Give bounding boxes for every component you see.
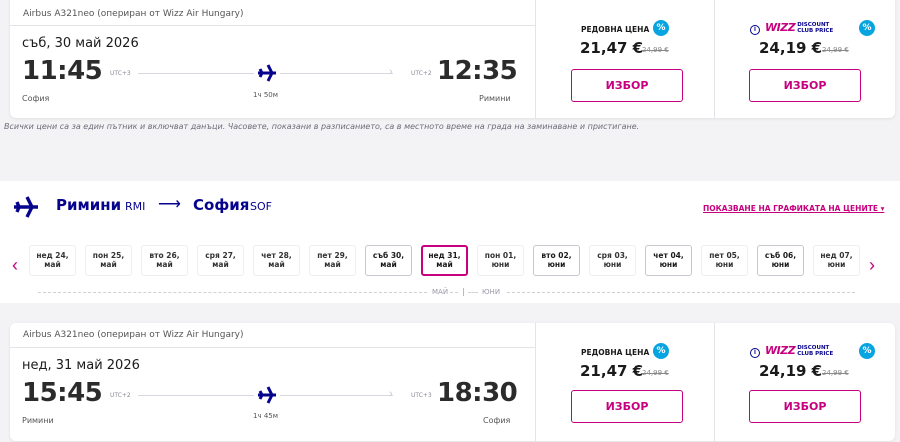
flight-card-2: Airbus A321neo (опериран от Wizz Air Hun… [10, 323, 895, 441]
fare-title: РЕДОВНА ЦЕНА [581, 25, 650, 34]
discount-club-logo: WIZZ DISCOUNT CLUB PRICE [765, 21, 834, 34]
month-divider [507, 292, 855, 293]
arrival-utc: UTC+2 [411, 70, 432, 77]
day-option: пет 29, май [309, 245, 356, 276]
price-chart-link[interactable]: ПОКАЗВАНЕ НА ГРАФИКАТА НА ЦЕНИТЕ ▾ [703, 204, 884, 213]
day-option: пон 01, юни [477, 245, 524, 276]
month-label-may: МАЙ [432, 288, 449, 296]
departure-utc: UTC+2 [110, 392, 131, 399]
departure-city: София [22, 94, 50, 103]
fare-title: РЕДОВНА ЦЕНА [581, 348, 650, 357]
date-selector: ‹ нед 24, май пон 25, май вто 26, май сря 27, м… [0, 237, 900, 303]
plane-icon [258, 64, 276, 82]
arrival-time: 18:30 [437, 378, 518, 408]
fare-price: 24,19 € [759, 362, 823, 380]
flight-duration: 1ч 50м [253, 91, 279, 99]
day-option: сря 27, май [197, 245, 244, 276]
discount-club-logo: WIZZ DISCOUNT CLUB PRICE [765, 344, 834, 357]
price-note: Всички цени са за един пътник и включват… [4, 122, 640, 131]
fare-old-price: 24,99 € [642, 46, 669, 54]
origin-code: RMI [125, 200, 146, 213]
route-arrow-icon: ⟶ [158, 196, 181, 213]
select-button[interactable]: ИЗБОР [749, 390, 861, 423]
select-button[interactable]: ИЗБОР [571, 390, 683, 423]
divider [10, 25, 535, 26]
chevron-right-icon[interactable]: › [869, 255, 875, 276]
arrival-city: Римини [479, 94, 511, 103]
day-option: нед 07, юни [813, 245, 860, 276]
day-option: сря 03, юни [589, 245, 636, 276]
flight-card-1: Airbus A321neo (опериран от Wizz Air Hun… [10, 0, 895, 118]
aircraft-label: Airbus A321neo (опериран от Wizz Air Hun… [23, 9, 244, 19]
month-divider [468, 292, 478, 293]
fare-price: 21,47 € [580, 39, 644, 57]
route-destination: София [193, 196, 250, 214]
select-button[interactable]: ИЗБОР [749, 69, 861, 102]
flight-info: Airbus A321neo (опериран от Wizz Air Hun… [10, 0, 535, 118]
fare-price: 24,19 € [759, 39, 823, 57]
route-line-left [138, 395, 254, 396]
departure-city: Римини [22, 416, 54, 425]
month-divider [38, 292, 427, 293]
month-label-june: ЮНИ [482, 288, 501, 296]
percent-icon: % [859, 20, 875, 36]
arrival-city: София [483, 416, 511, 425]
regular-fare: РЕДОВНА ЦЕНА % 21,47 € 24,99 € ИЗБОР [535, 323, 713, 441]
percent-icon: % [653, 20, 669, 36]
departure-time: 15:45 [22, 378, 103, 408]
route-header: Римини RMI ⟶ София SOF ПОКАЗВАНЕ НА ГРАФ… [0, 181, 900, 237]
flight-date: съб, 30 май 2026 [22, 36, 139, 51]
flight-info: Airbus A321neo (опериран от Wizz Air Hun… [10, 323, 535, 441]
percent-icon: % [653, 343, 669, 359]
plane-icon [14, 196, 38, 218]
info-icon[interactable]: i [750, 348, 760, 358]
departure-time: 11:45 [22, 56, 103, 86]
info-icon[interactable]: i [750, 25, 760, 35]
day-option[interactable]: вто 02, юни [533, 245, 580, 276]
route-line-left [138, 73, 254, 74]
destination-code: SOF [250, 200, 272, 213]
aircraft-label: Airbus A321neo (опериран от Wizz Air Hun… [23, 330, 244, 340]
flight-duration: 1ч 45м [253, 412, 279, 420]
arrow-head-icon: › [389, 66, 393, 78]
day-option: пет 05, юни [701, 245, 748, 276]
regular-fare: РЕДОВНА ЦЕНА % 21,47 € 24,99 € ИЗБОР [535, 0, 713, 118]
arrival-utc: UTC+3 [411, 392, 432, 399]
fare-price: 21,47 € [580, 362, 644, 380]
select-button[interactable]: ИЗБОР [571, 69, 683, 102]
flight-date: нед, 31 май 2026 [22, 358, 140, 373]
day-option: нед 24, май [29, 245, 76, 276]
day-option: чет 28, май [253, 245, 300, 276]
month-divider [450, 292, 458, 293]
fare-old-price: 24,99 € [642, 369, 669, 377]
club-fare: i WIZZ DISCOUNT CLUB PRICE % 24,19 € 24,9… [714, 323, 892, 441]
club-fare: i WIZZ DISCOUNT CLUB PRICE % 24,19 € 24,9… [714, 0, 892, 118]
fare-old-price: 24,99 € [822, 46, 849, 54]
percent-icon: % [859, 343, 875, 359]
arrival-time: 12:35 [437, 56, 518, 86]
departure-utc: UTC+3 [110, 70, 131, 77]
divider [10, 347, 535, 348]
day-option: вто 26, май [141, 245, 188, 276]
plane-icon [258, 386, 276, 404]
chevron-left-icon[interactable]: ‹ [12, 255, 18, 276]
day-option[interactable]: съб 30, май [365, 245, 412, 276]
day-option[interactable]: съб 06, юни [757, 245, 804, 276]
route-origin: Римини [56, 196, 122, 214]
month-separator-icon: | [462, 287, 465, 296]
day-option[interactable]: нед 31, май [421, 245, 468, 276]
route-line-right [280, 395, 393, 396]
day-option[interactable]: чет 04, юни [645, 245, 692, 276]
route-line-right [280, 73, 393, 74]
arrow-head-icon: › [389, 388, 393, 400]
fare-old-price: 24,99 € [822, 369, 849, 377]
day-option: пон 25, май [85, 245, 132, 276]
